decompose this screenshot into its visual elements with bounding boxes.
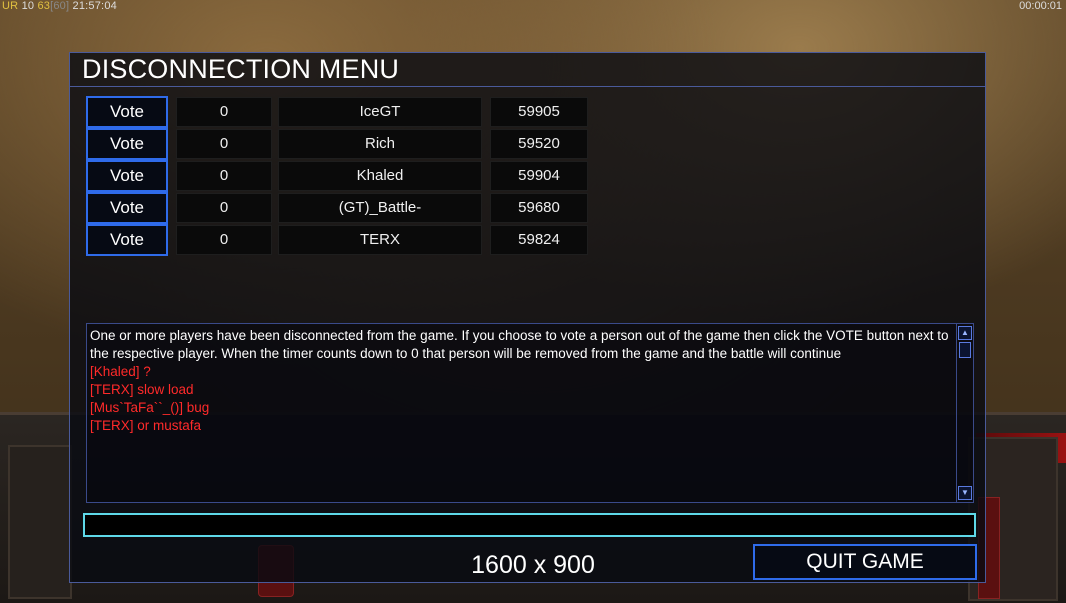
ur-value: 10 [21,0,35,12]
player-name: Rich [278,129,482,159]
vote-count: 0 [176,193,272,223]
chat-line: [TERX] or mustafa [90,418,202,433]
player-name: IceGT [278,97,482,127]
player-timeout: 59680 [490,193,588,223]
player-row: Vote 0 (GT)_Battle- 59680 [70,192,670,224]
vote-button[interactable]: Vote [86,128,168,160]
message-text: One or more players have been disconnect… [90,327,950,435]
chat-line: [Mus`TaFa``_()] bug [90,400,210,415]
player-row: Vote 0 IceGT 59905 [70,96,670,128]
message-log[interactable]: One or more players have been disconnect… [86,323,974,503]
player-timeout: 59905 [490,97,588,127]
chat-line: [Khaled] ? [90,364,151,379]
resolution-label: 1600 x 900 [471,551,595,579]
player-timeout: 59904 [490,161,588,191]
game-timer: 00:00:01 [1019,0,1062,12]
scroll-thumb[interactable] [959,342,971,358]
vote-button[interactable]: Vote [86,96,168,128]
vote-count: 0 [176,97,272,127]
player-row: Vote 0 Rich 59520 [70,128,670,160]
fps-value: 63 [37,0,51,12]
scroll-up-icon[interactable]: ▲ [958,326,972,340]
message-scrollbar[interactable]: ▲ ▼ [956,324,973,502]
dialog-title: DISCONNECTION MENU [82,54,400,84]
player-name: TERX [278,225,482,255]
chat-input[interactable] [83,513,976,537]
scroll-down-icon[interactable]: ▼ [958,486,972,500]
player-timeout: 59520 [490,129,588,159]
player-row: Vote 0 TERX 59824 [70,224,670,256]
vote-button[interactable]: Vote [86,224,168,256]
disconnection-dialog: DISCONNECTION MENU Vote 0 IceGT 59905 Vo… [69,52,986,583]
vote-count: 0 [176,225,272,255]
vote-count: 0 [176,129,272,159]
player-name: (GT)_Battle- [278,193,482,223]
fps-max: [60] [50,0,70,12]
title-divider [70,86,985,87]
vote-count: 0 [176,161,272,191]
vote-button[interactable]: Vote [86,160,168,192]
vote-button[interactable]: Vote [86,192,168,224]
player-row: Vote 0 Khaled 59904 [70,160,670,192]
system-clock: 21:57:04 [72,0,117,12]
chat-line: [TERX] slow load [90,382,194,397]
ur-label: UR [2,0,19,12]
player-name: Khaled [278,161,482,191]
player-timeout: 59824 [490,225,588,255]
disconnect-notice: One or more players have been disconnect… [90,328,949,361]
perf-overlay: UR 10 63[60] 21:57:04 [2,0,117,12]
